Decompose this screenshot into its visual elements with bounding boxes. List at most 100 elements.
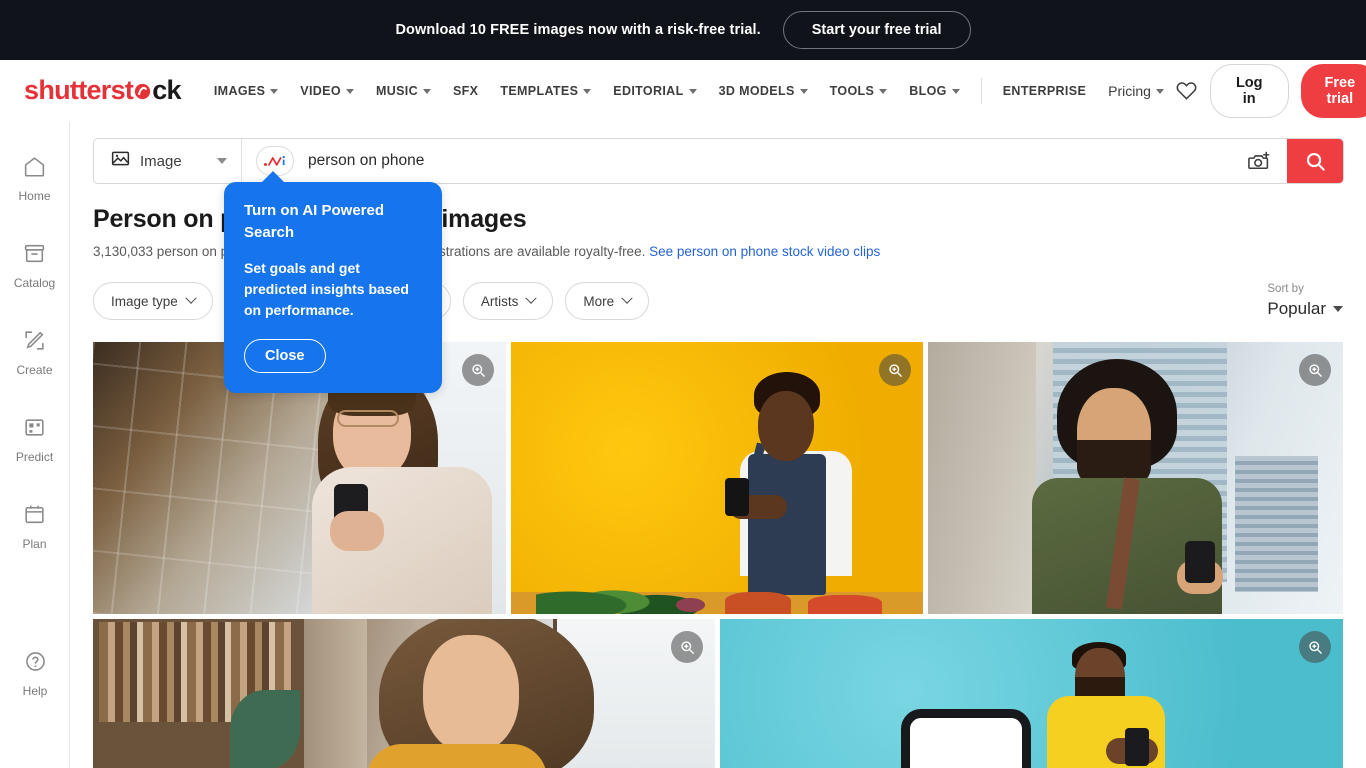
nav-divider: [980, 77, 982, 104]
shutterstock-logo[interactable]: shutterst ck: [24, 75, 182, 106]
result-image[interactable]: [511, 342, 923, 615]
search-submit-button[interactable]: [1287, 139, 1343, 183]
ai-search-icon: [263, 156, 285, 166]
sort-by-label: Sort by: [1267, 283, 1304, 296]
nav-item-enterprise[interactable]: ENTERPRISE: [992, 76, 1097, 106]
free-trial-button[interactable]: Free trial: [1300, 63, 1366, 118]
filter-chip-more[interactable]: More: [565, 282, 650, 321]
log-in-button[interactable]: Log in: [1209, 63, 1289, 118]
chevron-down-icon: [688, 89, 697, 94]
rail-item-home[interactable]: Home: [0, 144, 70, 213]
nav-item-label: BLOG: [909, 83, 947, 98]
filter-chip-label: More: [583, 293, 615, 309]
rail-item-label: Create: [16, 363, 53, 377]
rail-item-catalog[interactable]: Catalog: [0, 231, 70, 300]
result-tile[interactable]: [93, 619, 715, 768]
chevron-down-icon: [270, 89, 279, 94]
nav-item-label: SFX: [452, 83, 479, 98]
promo-text: Download 10 FREE images now with a risk-…: [395, 22, 761, 38]
zoom-in-icon[interactable]: [1299, 354, 1331, 387]
sort-by-control[interactable]: Sort by Popular: [1267, 283, 1343, 319]
filter-chip-label: Image type: [111, 293, 178, 309]
rail-item-label: Plan: [22, 537, 47, 551]
result-image[interactable]: [720, 619, 1343, 768]
tooltip-close-button[interactable]: Close: [244, 338, 326, 373]
nav-item-label: IMAGES: [213, 83, 266, 98]
help-circle-icon: [23, 649, 48, 679]
nav-item-images[interactable]: IMAGES: [203, 76, 289, 106]
rail-item-label: Predict: [15, 450, 54, 464]
search-type-label: Image: [140, 152, 182, 170]
chevron-down-icon: [525, 292, 538, 305]
result-tile[interactable]: [511, 342, 923, 615]
rail-item-help[interactable]: Help: [0, 639, 70, 708]
video-clips-link[interactable]: See person on phone stock video clips: [649, 244, 880, 259]
rail-item-plan[interactable]: Plan: [0, 492, 70, 561]
result-image[interactable]: [93, 619, 715, 768]
nav-right-actions: Log in Free trial: [1175, 63, 1366, 118]
chevron-down-icon: [217, 158, 227, 164]
result-tile[interactable]: [928, 342, 1343, 615]
nav-item-tools[interactable]: TOOLS: [819, 76, 899, 106]
chevron-down-icon: [1333, 306, 1343, 313]
reverse-image-search-button[interactable]: [1231, 139, 1287, 183]
nav-item-label: 3D MODELS: [718, 83, 795, 98]
nav-items: IMAGES VIDEO MUSIC SFX TEMPLATES EDITORI…: [203, 75, 1175, 107]
nav-item-video[interactable]: VIDEO: [289, 76, 365, 106]
search-type-select[interactable]: Image: [94, 139, 242, 183]
left-rail: Home Catalog Create Predict Plan Help: [0, 122, 70, 768]
catalog-icon: [22, 241, 47, 271]
nav-item-label: EDITORIAL: [613, 83, 684, 98]
nav-item-blog[interactable]: BLOG: [898, 76, 971, 106]
chevron-down-icon: [621, 292, 633, 305]
nav-item-label: TOOLS: [829, 83, 875, 98]
chevron-down-icon: [185, 292, 197, 305]
rail-item-create[interactable]: Create: [0, 318, 70, 387]
chevron-down-icon: [951, 89, 960, 94]
result-image[interactable]: [928, 342, 1343, 615]
ai-search-tooltip: Turn on AI Powered Search Set goals and …: [224, 171, 442, 393]
rail-item-label: Home: [18, 189, 51, 203]
result-tile[interactable]: [720, 619, 1343, 768]
predict-grid-icon: [22, 415, 47, 445]
chevron-down-icon: [583, 89, 592, 94]
nav-item-editorial[interactable]: EDITORIAL: [602, 76, 707, 106]
search-input[interactable]: [294, 139, 1231, 183]
nav-item-label: VIDEO: [300, 83, 341, 98]
results-grid: [93, 342, 1343, 768]
filter-chip-label: Artists: [480, 293, 519, 309]
zoom-in-icon[interactable]: [671, 631, 703, 664]
start-free-trial-button[interactable]: Start your free trial: [782, 11, 971, 49]
rail-item-predict[interactable]: Predict: [0, 405, 70, 474]
nav-item-music[interactable]: MUSIC: [365, 76, 442, 106]
chevron-down-icon: [422, 89, 431, 94]
nav-item-label: MUSIC: [375, 83, 418, 98]
filter-chip-image-type[interactable]: Image type: [93, 282, 213, 321]
heart-icon[interactable]: [1175, 79, 1198, 102]
nav-item-templates[interactable]: TEMPLATES: [489, 76, 602, 106]
promo-banner: Download 10 FREE images now with a risk-…: [0, 0, 1366, 60]
home-icon: [22, 154, 47, 184]
logo-text-primary: shutterst: [24, 75, 134, 105]
sort-by-value-text: Popular: [1267, 299, 1326, 319]
plan-calendar-icon: [22, 502, 47, 532]
zoom-in-icon[interactable]: [462, 354, 494, 387]
zoom-in-icon[interactable]: [1299, 631, 1331, 664]
create-pencil-icon: [22, 328, 47, 358]
rail-item-label: Catalog: [13, 276, 56, 290]
sort-by-value[interactable]: Popular: [1267, 299, 1343, 319]
shutterstock-logo-mark-icon: [134, 76, 151, 100]
nav-item-sfx[interactable]: SFX: [442, 76, 489, 106]
rail-item-label: Help: [22, 684, 48, 698]
tooltip-body: Set goals and get predicted insights bas…: [244, 259, 409, 318]
search-icon: [1306, 152, 1325, 171]
nav-item-label: TEMPLATES: [500, 83, 579, 98]
chevron-down-icon: [1155, 89, 1164, 94]
logo-text-secondary: ck: [152, 75, 181, 105]
filter-chip-artists[interactable]: Artists: [462, 282, 554, 321]
results-grid-row: [93, 619, 1343, 768]
nav-item-pricing[interactable]: Pricing: [1097, 75, 1175, 107]
zoom-in-icon[interactable]: [879, 354, 911, 387]
nav-item-3d-models[interactable]: 3D MODELS: [708, 76, 819, 106]
nav-item-label: Pricing: [1108, 82, 1151, 99]
